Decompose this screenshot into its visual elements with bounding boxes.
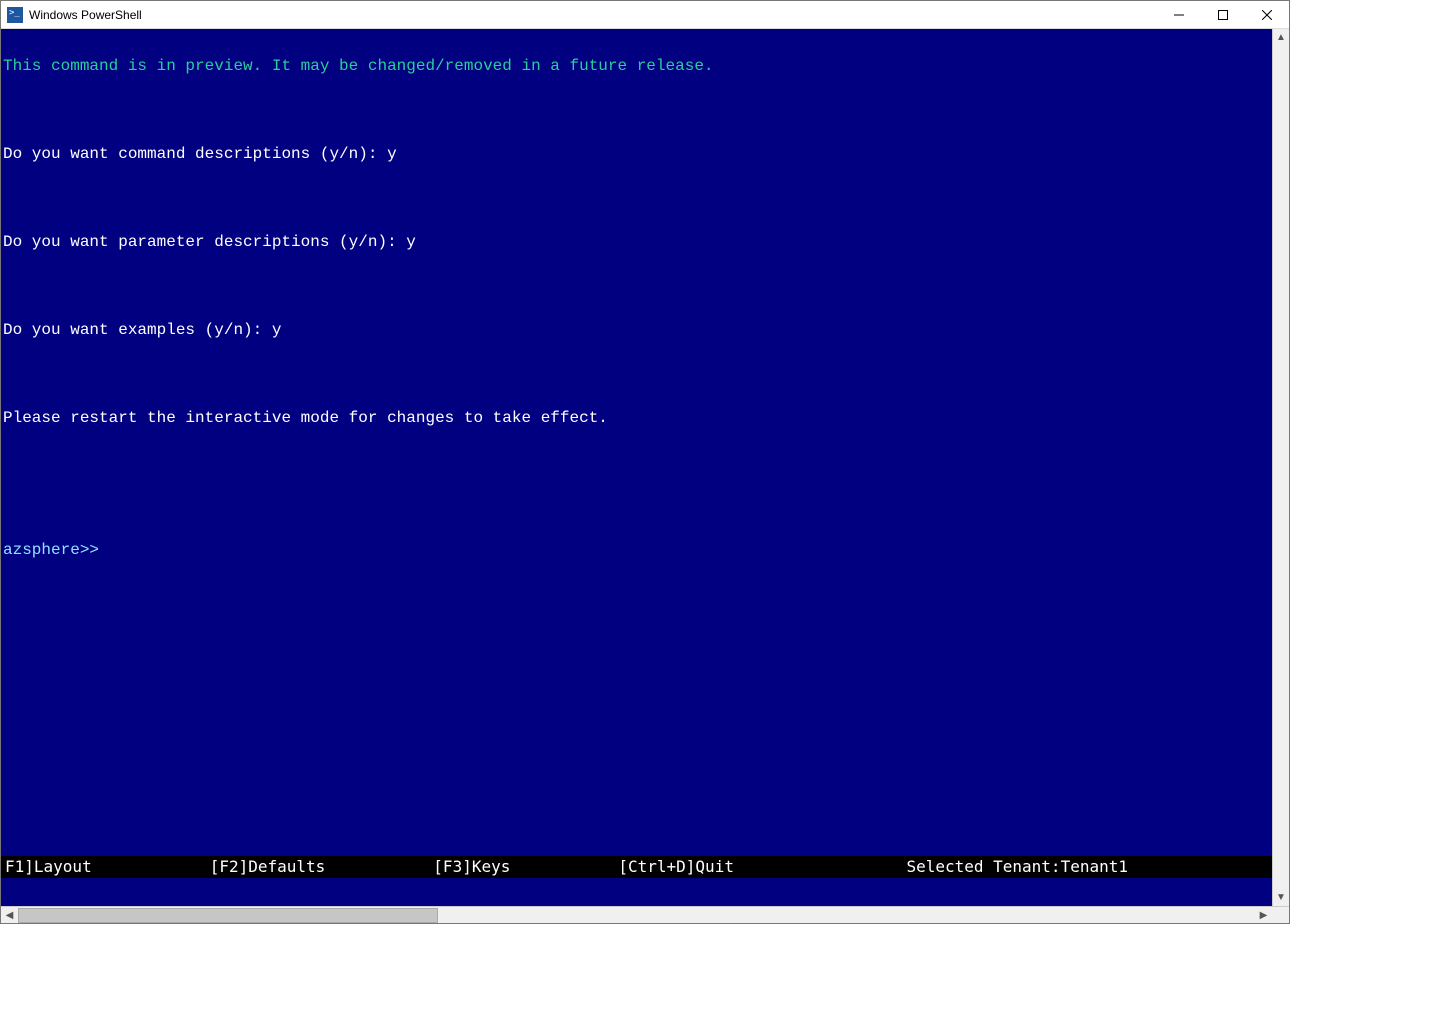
minimize-button[interactable]: [1157, 1, 1201, 29]
restart-msg: Please restart the interactive mode for …: [3, 407, 1270, 429]
titlebar[interactable]: Windows PowerShell: [1, 1, 1289, 29]
scroll-up-icon[interactable]: ▲: [1273, 29, 1289, 46]
powershell-window: Windows PowerShell This command is in pr…: [0, 0, 1290, 924]
selected-tenant: Selected Tenant:Tenant1: [902, 856, 1132, 878]
prompt-q3: Do you want examples (y/n): y: [3, 319, 1270, 341]
horizontal-scrollbar[interactable]: ◀ ▶: [1, 906, 1289, 923]
bottom-statusbar: F1]Layout [F2]Defaults [F3]Keys [Ctrl+D]…: [1, 856, 1272, 878]
prompt-q2: Do you want parameter descriptions (y/n)…: [3, 231, 1270, 253]
scroll-down-icon[interactable]: ▼: [1273, 889, 1289, 906]
client-area: This command is in preview. It may be ch…: [1, 29, 1289, 923]
close-button[interactable]: [1245, 1, 1289, 29]
f1-layout[interactable]: F1]Layout: [1, 856, 96, 878]
vertical-scrollbar[interactable]: ▲ ▼: [1272, 29, 1289, 906]
azsphere-prompt[interactable]: azsphere>>: [3, 539, 1270, 561]
f3-keys[interactable]: [F3]Keys: [429, 856, 514, 878]
ctrl-d-quit[interactable]: [Ctrl+D]Quit: [614, 856, 738, 878]
scroll-right-icon[interactable]: ▶: [1255, 907, 1272, 923]
f2-defaults[interactable]: [F2]Defaults: [206, 856, 330, 878]
scroll-thumb[interactable]: [18, 908, 438, 923]
scroll-track[interactable]: [1273, 46, 1289, 889]
window-title: Windows PowerShell: [29, 8, 1157, 22]
maximize-button[interactable]: [1201, 1, 1245, 29]
preview-warning: This command is in preview. It may be ch…: [3, 55, 1270, 77]
prompt-q1: Do you want command descriptions (y/n): …: [3, 143, 1270, 165]
scroll-left-icon[interactable]: ◀: [1, 907, 18, 923]
powershell-icon: [7, 7, 23, 23]
terminal[interactable]: This command is in preview. It may be ch…: [1, 29, 1272, 906]
scroll-track[interactable]: [18, 907, 1255, 923]
scrollbar-corner: [1272, 907, 1289, 923]
